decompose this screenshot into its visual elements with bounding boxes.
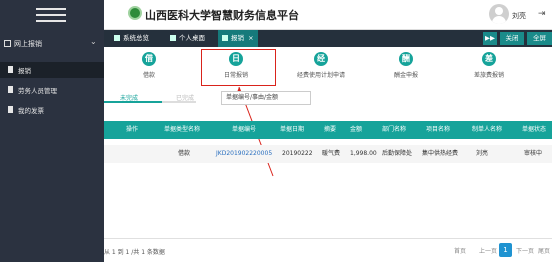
pagination-info: 从 1 到 1 /共 1 条数据 [104,249,165,256]
cell-doc-number-link[interactable]: JKD201902220005 [216,145,272,163]
col-header: 金额 [350,126,363,133]
table-row[interactable]: 借款 JKD201902220005 20190222 暖气费 1,998.00… [104,145,552,163]
col-header: 单据编号 [232,126,257,133]
subtab-underline [162,101,196,103]
col-header: 操作 [126,126,139,133]
col-header: 制单人名称 [472,126,503,133]
pagination-footer: 从 1 到 1 /共 1 条数据 首页 上一页 1 下一页 尾页 [104,238,552,262]
table-header: 操作 单据类型名称 单据编号 单据日期 摘要 金额 部门名称 项目名称 制单人名… [104,121,552,139]
col-header: 单据日期 [280,126,305,133]
cell-amount: 1,998.00 [350,150,377,157]
col-header: 项目名称 [426,126,451,133]
col-header: 单据类型名称 [164,126,201,133]
col-header: 部门名称 [382,126,407,133]
cell-creator: 刘亮 [476,150,489,157]
first-page-button[interactable]: 首页 [454,246,466,255]
next-page-button[interactable]: 下一页 [516,246,534,255]
col-header: 单据状态 [522,126,547,133]
col-header: 摘要 [324,126,337,133]
cell-summary: 暖气费 [322,150,341,157]
prev-page-button[interactable]: 上一页 [479,246,497,255]
current-page-button[interactable]: 1 [499,243,512,257]
subtab-underline-selected [104,101,162,103]
cell-project: 集中供热经费 [422,150,459,157]
cell-date: 20190222 [282,150,313,157]
search-input[interactable]: 单据编号/事由/金额 [221,91,311,105]
cell-department: 后勤保障处 [382,150,413,157]
last-page-button[interactable]: 尾页 [538,246,550,255]
cell-type: 借款 [178,150,191,157]
cell-status: 审核中 [524,150,543,157]
